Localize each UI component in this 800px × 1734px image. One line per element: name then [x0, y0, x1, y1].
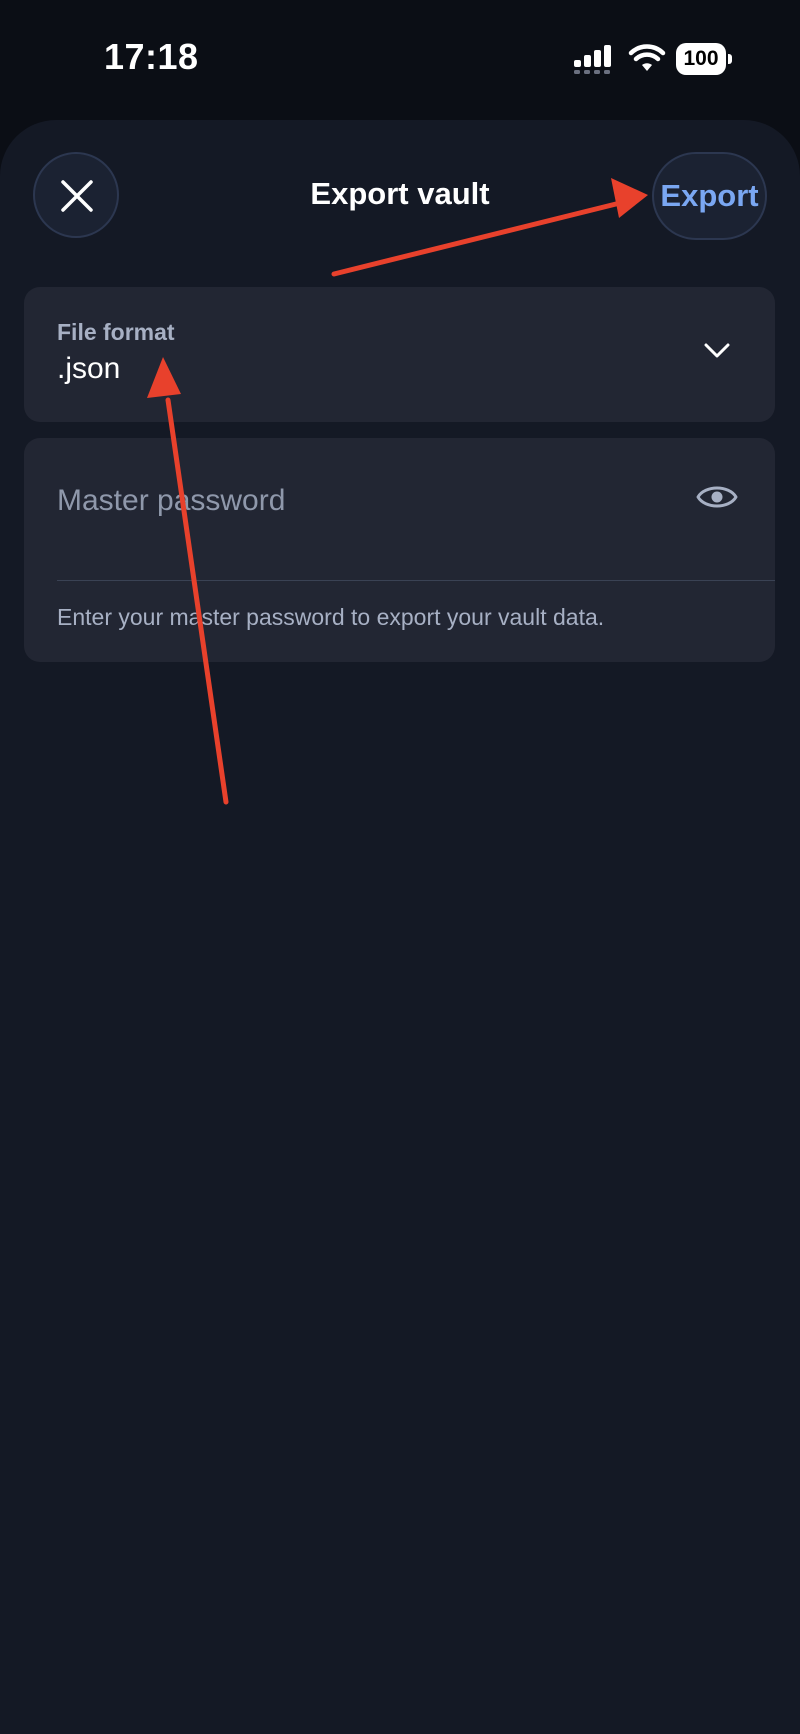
export-vault-screen: 17:18 100 Export vault Export File forma… [0, 0, 800, 1734]
master-password-card: Enter your master password to export you… [24, 438, 775, 662]
password-helper-text: Enter your master password to export you… [57, 604, 605, 630]
file-format-label: File format [57, 319, 175, 345]
page-title: Export vault [310, 176, 490, 211]
chevron-down-icon [704, 343, 730, 358]
file-format-value: .json [57, 352, 121, 385]
divider [57, 580, 775, 581]
sheet-header: Export vault Export [0, 120, 800, 280]
close-icon [61, 180, 93, 212]
cellular-signal-icon [574, 45, 611, 74]
status-time: 17:18 [104, 36, 199, 77]
close-button[interactable] [33, 152, 119, 238]
wifi-icon [628, 44, 666, 71]
battery-icon: 100 [676, 43, 734, 75]
status-bar: 17:18 100 [0, 0, 800, 118]
export-button[interactable]: Export [652, 152, 767, 240]
eye-icon[interactable] [696, 482, 738, 512]
battery-nub [728, 54, 732, 64]
battery-level: 100 [676, 43, 726, 75]
file-format-select[interactable]: File format .json [24, 287, 775, 422]
master-password-input[interactable] [57, 476, 657, 526]
export-sheet: Export vault Export File format .json En… [0, 120, 800, 1734]
